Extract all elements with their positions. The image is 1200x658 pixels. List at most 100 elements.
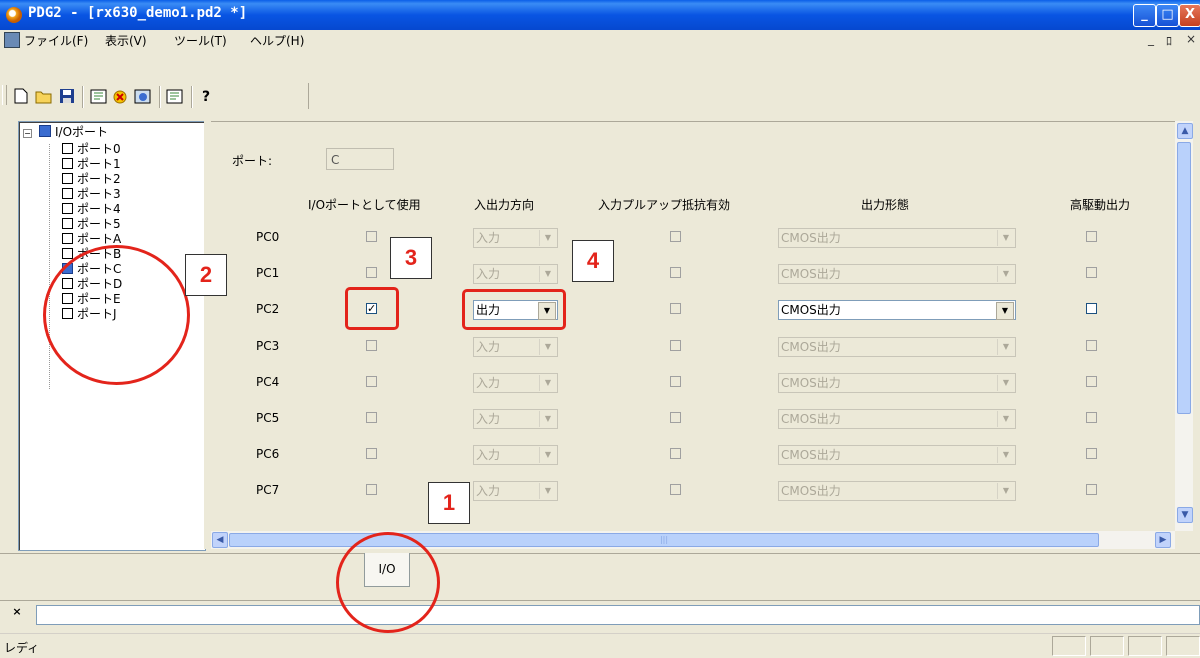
mdi-restore-button[interactable]: ﾛ bbox=[1166, 32, 1172, 49]
annotation-circle-tab bbox=[336, 532, 440, 633]
check-icon[interactable] bbox=[134, 88, 152, 106]
chevron-down-icon[interactable]: ▼ bbox=[997, 447, 1014, 463]
direction-select[interactable]: 入力 ▼ bbox=[473, 264, 558, 284]
output-type-select[interactable]: CMOS出力 ▼ bbox=[778, 337, 1016, 357]
chevron-down-icon[interactable]: ▼ bbox=[997, 483, 1014, 499]
toolbar-grip[interactable] bbox=[2, 85, 7, 105]
high-drive-checkbox[interactable] bbox=[1086, 484, 1097, 495]
menu-file[interactable]: ファイル(F) bbox=[24, 32, 88, 49]
tree-item-port0[interactable]: ポート0 bbox=[62, 142, 121, 156]
direction-select[interactable]: 入力 ▼ bbox=[473, 337, 558, 357]
high-drive-checkbox[interactable] bbox=[1086, 376, 1097, 387]
mdi-minimize-button[interactable]: _ bbox=[1148, 32, 1154, 46]
minimize-button[interactable]: _ bbox=[1133, 4, 1156, 27]
close-icon[interactable]: × bbox=[11, 606, 23, 618]
pullup-checkbox[interactable] bbox=[670, 448, 681, 459]
direction-select[interactable]: 入力 ▼ bbox=[473, 445, 558, 465]
chevron-down-icon[interactable]: ▼ bbox=[997, 411, 1014, 427]
tree-root[interactable]: I/Oポート bbox=[39, 125, 108, 139]
direction-select[interactable]: 入力 ▼ bbox=[473, 373, 558, 393]
maximize-button[interactable]: □ bbox=[1156, 4, 1179, 27]
scroll-up-icon[interactable]: ▲ bbox=[1177, 123, 1193, 139]
node-icon bbox=[62, 158, 73, 169]
high-drive-checkbox[interactable] bbox=[1086, 303, 1097, 314]
chevron-down-icon[interactable]: ▼ bbox=[539, 447, 556, 463]
new-icon[interactable] bbox=[12, 88, 30, 106]
title-bar: PDG2 - [rx630_demo1.pd2 *] _ □ X bbox=[0, 0, 1200, 30]
high-drive-checkbox[interactable] bbox=[1086, 412, 1097, 423]
output-type-select[interactable]: CMOS出力 ▼ bbox=[778, 373, 1016, 393]
chevron-down-icon[interactable]: ▼ bbox=[539, 411, 556, 427]
chevron-down-icon[interactable]: ▼ bbox=[997, 339, 1014, 355]
header-output-type: 出力形態 bbox=[861, 198, 910, 212]
close-button[interactable]: X bbox=[1179, 4, 1200, 27]
scroll-left-icon[interactable]: ◀ bbox=[212, 532, 228, 548]
high-drive-checkbox[interactable] bbox=[1086, 231, 1097, 242]
high-drive-checkbox[interactable] bbox=[1086, 267, 1097, 278]
output-type-select[interactable]: CMOS出力 ▼ bbox=[778, 264, 1016, 284]
pullup-checkbox[interactable] bbox=[670, 376, 681, 387]
vertical-scroll-thumb[interactable] bbox=[1177, 142, 1191, 414]
mdi-close-button[interactable]: × bbox=[1186, 32, 1196, 46]
build-icon[interactable] bbox=[90, 88, 108, 106]
tree-item-port2[interactable]: ポート2 bbox=[62, 172, 121, 186]
menu-help[interactable]: ヘルプ(H) bbox=[250, 32, 304, 49]
open-icon[interactable] bbox=[35, 88, 53, 106]
direction-select[interactable]: 入力 ▼ bbox=[473, 228, 558, 248]
direction-select[interactable]: 入力 ▼ bbox=[473, 409, 558, 429]
chevron-down-icon[interactable]: ▼ bbox=[539, 266, 556, 282]
direction-value: 入力 bbox=[476, 448, 501, 462]
output-type-select[interactable]: CMOS出力 ▼ bbox=[778, 445, 1016, 465]
tree-item-porta[interactable]: ポートA bbox=[62, 232, 121, 246]
output-field[interactable] bbox=[36, 605, 1200, 625]
pullup-checkbox[interactable] bbox=[670, 412, 681, 423]
chevron-down-icon[interactable]: ▼ bbox=[539, 339, 556, 355]
save-icon[interactable] bbox=[58, 88, 76, 106]
scroll-down-icon[interactable]: ▼ bbox=[1177, 507, 1193, 523]
header-use-io: I/Oポートとして使用 bbox=[308, 198, 421, 212]
output-type-select[interactable]: CMOS出力 ▼ bbox=[778, 481, 1016, 501]
menu-tools[interactable]: ツール(T) bbox=[174, 32, 227, 49]
help-icon[interactable]: ? bbox=[197, 88, 215, 106]
pullup-checkbox[interactable] bbox=[670, 303, 681, 314]
port-label: ポート: bbox=[232, 154, 273, 168]
tree-collapse-icon[interactable]: − bbox=[23, 129, 32, 138]
document-icon[interactable] bbox=[4, 32, 20, 48]
chevron-down-icon[interactable]: ▼ bbox=[539, 230, 556, 246]
chevron-down-icon[interactable]: ▼ bbox=[539, 483, 556, 499]
output-type-select[interactable]: CMOS出力 ▼ bbox=[778, 409, 1016, 429]
generate-icon[interactable] bbox=[112, 88, 130, 106]
pullup-checkbox[interactable] bbox=[670, 267, 681, 278]
folder-icon bbox=[39, 125, 51, 137]
direction-select[interactable]: 入力 ▼ bbox=[473, 481, 558, 501]
pullup-checkbox[interactable] bbox=[670, 231, 681, 242]
use-io-checkbox[interactable] bbox=[366, 484, 377, 495]
tree-item-port1[interactable]: ポート1 bbox=[62, 157, 121, 171]
menu-view[interactable]: 表示(V) bbox=[105, 32, 147, 49]
chevron-down-icon[interactable]: ▼ bbox=[996, 302, 1014, 320]
use-io-checkbox[interactable] bbox=[366, 376, 377, 387]
status-pane bbox=[1052, 636, 1086, 656]
chevron-down-icon[interactable]: ▼ bbox=[997, 230, 1014, 246]
chevron-down-icon[interactable]: ▼ bbox=[997, 375, 1014, 391]
tree-item-port5[interactable]: ポート5 bbox=[62, 217, 121, 231]
tree-item-port4[interactable]: ポート4 bbox=[62, 202, 121, 216]
chevron-down-icon[interactable]: ▼ bbox=[997, 266, 1014, 282]
tree-item-port3[interactable]: ポート3 bbox=[62, 187, 121, 201]
scroll-right-icon[interactable]: ▶ bbox=[1155, 532, 1171, 548]
use-io-checkbox[interactable] bbox=[366, 412, 377, 423]
status-bar bbox=[0, 633, 1200, 658]
output-type-select[interactable]: CMOS出力 ▼ bbox=[778, 228, 1016, 248]
use-io-checkbox[interactable] bbox=[366, 448, 377, 459]
high-drive-checkbox[interactable] bbox=[1086, 340, 1097, 351]
use-io-checkbox[interactable] bbox=[366, 267, 377, 278]
sheet-icon[interactable] bbox=[166, 88, 184, 106]
pullup-checkbox[interactable] bbox=[670, 340, 681, 351]
pullup-checkbox[interactable] bbox=[670, 484, 681, 495]
chevron-down-icon[interactable]: ▼ bbox=[539, 375, 556, 391]
splitter[interactable] bbox=[204, 121, 211, 549]
output-type-select[interactable]: CMOS出力 ▼ bbox=[778, 300, 1016, 320]
use-io-checkbox[interactable] bbox=[366, 231, 377, 242]
high-drive-checkbox[interactable] bbox=[1086, 448, 1097, 459]
use-io-checkbox[interactable] bbox=[366, 340, 377, 351]
